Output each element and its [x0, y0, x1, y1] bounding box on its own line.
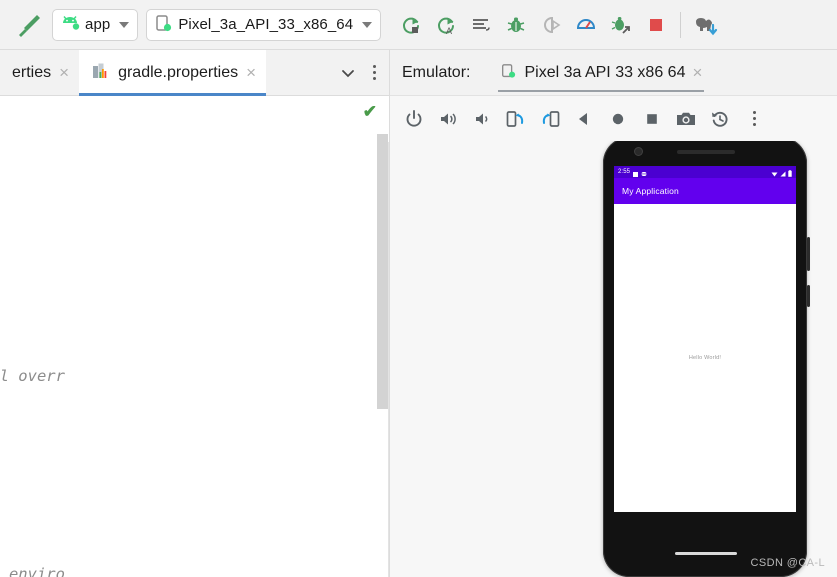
code-line: ow to configure your build enviro	[8, 565, 65, 577]
status-bar-clock: 2:55	[618, 169, 631, 175]
stop-square-icon[interactable]	[640, 8, 672, 42]
emulator-device-tab[interactable]: Pixel 3a API 33 x86 64 ×	[496, 50, 706, 96]
profiler-icon[interactable]	[570, 8, 602, 42]
run-configuration-selector[interactable]: app	[52, 8, 139, 41]
editor-vertical-scrollbar[interactable]	[377, 134, 388, 409]
status-bar-left: 2:55	[618, 166, 648, 180]
inspection-status-icon[interactable]: ✔	[363, 102, 377, 122]
editor-pane: erties × gradle.properties × l overr env…	[0, 50, 389, 577]
editor-tab-properties[interactable]: erties ×	[0, 50, 80, 95]
device-frame: 2:55 My Application Hello World!	[603, 141, 810, 577]
emulator-tool-window: Emulator: Pixel 3a API 33 x86 64 × 2:55 …	[389, 50, 837, 577]
android-app-icon	[60, 14, 80, 35]
editor-tab-bar: erties × gradle.properties ×	[0, 50, 389, 96]
apply-changes-icon[interactable]: A	[430, 8, 462, 42]
android-app-bar: My Application	[614, 178, 796, 204]
apply-code-changes-icon[interactable]	[465, 8, 497, 42]
device-speaker	[677, 150, 735, 154]
signal-icon	[780, 166, 786, 180]
editor-tab-label: gradle.properties	[118, 63, 239, 81]
main-toolbar: app Pixel_3a_API_33_x86_64 A	[0, 0, 837, 50]
debug-bug-icon[interactable]	[500, 8, 532, 42]
gradle-elephant-sync-icon[interactable]	[689, 8, 721, 42]
run-actions-group: A	[395, 8, 721, 42]
notification-face-icon	[641, 166, 648, 180]
editor-tab-label: erties	[12, 63, 52, 81]
attach-debugger-icon[interactable]	[605, 8, 637, 42]
device-home-indicator	[675, 552, 737, 555]
kebab-menu-icon[interactable]	[740, 104, 768, 134]
history-rotate-icon[interactable]	[706, 104, 734, 134]
hammer-icon[interactable]	[14, 10, 44, 40]
chevron-down-icon[interactable]	[335, 60, 361, 86]
notification-square-icon	[633, 166, 639, 180]
camera-icon[interactable]	[672, 104, 700, 134]
device-icon	[500, 63, 517, 83]
status-bar-right	[771, 166, 792, 180]
kebab-menu-icon[interactable]	[363, 65, 385, 80]
app-bar-title: My Application	[622, 186, 679, 196]
back-triangle-icon[interactable]	[570, 104, 598, 134]
emulator-panel-label: Emulator:	[402, 63, 471, 81]
chevron-down-icon	[119, 21, 130, 28]
device-camera-icon	[635, 148, 642, 155]
code-line: dio) users:	[0, 261, 389, 294]
overview-square-icon[interactable]	[638, 104, 666, 134]
device-selector[interactable]: Pixel_3a_API_33_x86_64	[146, 8, 382, 41]
emulator-display-stage: 2:55 My Application Hello World! CSDN @C…	[390, 141, 837, 577]
editor-tab-actions	[335, 50, 389, 95]
android-studio-window: app Pixel_3a_API_33_x86_64 A erties × gr…	[0, 0, 837, 577]
gradle-file-icon	[91, 62, 110, 84]
rotate-left-icon[interactable]	[502, 104, 530, 134]
home-circle-icon[interactable]	[604, 104, 632, 134]
rotate-right-icon[interactable]	[536, 104, 564, 134]
run-icon[interactable]	[395, 8, 427, 42]
code-line: d in this file.	[0, 459, 389, 492]
editor-tab-gradle-properties[interactable]: gradle.properties ×	[79, 50, 267, 96]
code-editor[interactable]: ettings. dio) users: gured through the I…	[0, 96, 389, 577]
hello-world-text: Hello World!	[688, 355, 722, 361]
volume-up-icon[interactable]	[434, 104, 462, 134]
code-text: ettings. dio) users: gured through the I…	[0, 96, 389, 577]
android-status-bar: 2:55	[614, 166, 796, 178]
emulator-controls-toolbar	[390, 96, 837, 141]
emulator-device-tab-label: Pixel 3a API 33 x86 64	[524, 63, 686, 81]
code-line: ettings.	[0, 162, 389, 195]
svg-text:A: A	[446, 26, 452, 36]
emulator-header: Emulator: Pixel 3a API 33 x86 64 ×	[390, 50, 837, 96]
android-app-content[interactable]: Hello World!	[614, 204, 796, 512]
code-line: gured through the IDE *will overr	[0, 367, 65, 385]
close-icon[interactable]: ×	[246, 64, 256, 81]
volume-down-icon[interactable]	[468, 104, 496, 134]
device-screen[interactable]: 2:55 My Application Hello World!	[614, 166, 796, 512]
wifi-icon	[771, 166, 778, 180]
power-icon[interactable]	[400, 104, 428, 134]
run-coverage-icon[interactable]	[535, 8, 567, 42]
close-icon[interactable]: ×	[692, 64, 702, 81]
device-icon	[154, 14, 173, 36]
run-configuration-label: app	[85, 16, 111, 33]
toolbar-divider	[680, 11, 682, 38]
close-icon[interactable]: ×	[59, 64, 69, 81]
battery-icon	[788, 166, 792, 180]
watermark: CSDN @CA-L	[750, 557, 825, 569]
device-selector-label: Pixel_3a_API_33_x86_64	[178, 16, 354, 33]
chevron-down-icon	[362, 21, 373, 28]
